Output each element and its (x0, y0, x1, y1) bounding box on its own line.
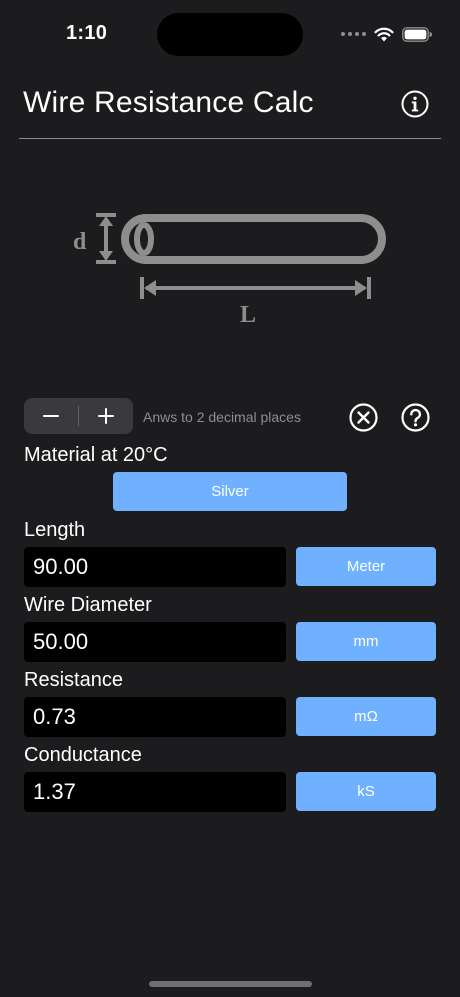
diameter-arrow (96, 213, 116, 264)
battery-icon (402, 26, 432, 42)
status-time: 1:10 (66, 22, 108, 44)
length-label: Length (24, 519, 86, 541)
plus-icon (98, 408, 114, 424)
clear-button[interactable] (349, 403, 378, 432)
conductance-label: Conductance (24, 744, 142, 766)
question-circle-icon (401, 403, 430, 432)
wifi-icon (374, 27, 394, 41)
info-button[interactable] (401, 90, 429, 118)
home-indicator[interactable] (149, 981, 312, 987)
diameter-input[interactable] (24, 622, 286, 662)
dynamic-island (157, 13, 303, 56)
increase-precision-button[interactable] (79, 398, 133, 434)
precision-label: Anws to 2 decimal places (143, 409, 301, 425)
help-button[interactable] (401, 403, 430, 432)
wire-body (121, 214, 386, 264)
precision-stepper (24, 398, 133, 434)
minus-icon (43, 415, 59, 417)
conductance-input[interactable] (24, 772, 286, 812)
wire-end-ellipse (134, 222, 154, 256)
resistance-label: Resistance (24, 669, 123, 691)
length-label: L (240, 302, 256, 328)
diameter-label: d (73, 229, 87, 255)
diameter-label: Wire Diameter (24, 594, 152, 616)
app-screen: 1:10 Wire Resistance Calc d L Anws to 2 … (0, 0, 460, 997)
material-select-button[interactable]: Silver (113, 472, 347, 511)
decrease-precision-button[interactable] (24, 398, 78, 434)
x-circle-icon (349, 403, 378, 432)
material-label: Material at 20°C (24, 444, 168, 466)
length-unit-button[interactable]: Meter (296, 547, 436, 586)
conductance-unit-button[interactable]: kS (296, 772, 436, 811)
wire-diagram: d L (73, 213, 386, 328)
resistance-input[interactable] (24, 697, 286, 737)
header-divider (19, 138, 441, 139)
info-circle-icon (401, 90, 429, 118)
length-input[interactable] (24, 547, 286, 587)
length-arrow (140, 277, 371, 299)
signal-dots-icon (341, 32, 366, 36)
page-title: Wire Resistance Calc (23, 86, 314, 119)
status-icons (341, 24, 432, 44)
resistance-unit-button[interactable]: mΩ (296, 697, 436, 736)
diameter-unit-button[interactable]: mm (296, 622, 436, 661)
